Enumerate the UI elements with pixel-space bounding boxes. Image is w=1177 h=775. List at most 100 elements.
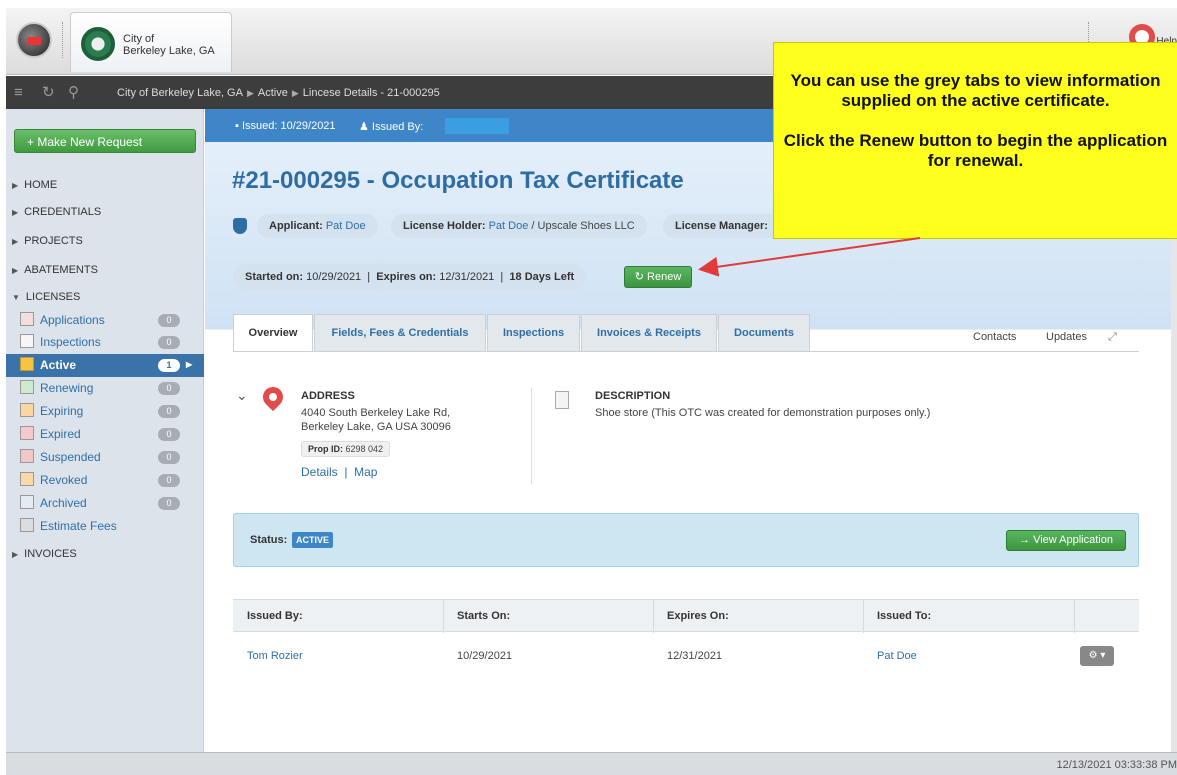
- sidebar-item-suspended[interactable]: Suspended 0: [6, 446, 204, 469]
- revoked-icon: [20, 472, 34, 486]
- started-label: Started on:: [245, 271, 304, 283]
- tab-invoices-receipts[interactable]: Invoices & Receipts: [581, 314, 717, 351]
- sidebar-section-abatements[interactable]: ▶ ABATEMENTS: [6, 264, 98, 276]
- breadcrumb-separator-icon: ▶: [291, 88, 299, 98]
- sidebar-item-revoked[interactable]: Revoked 0: [6, 469, 204, 492]
- arrow-right-icon: →: [1019, 534, 1034, 546]
- dates-pill: Started on: 10/29/2021 | Expires on: 12/…: [233, 264, 587, 290]
- sidebar-item-estimate-fees[interactable]: Estimate Fees: [6, 515, 204, 538]
- make-new-request-button[interactable]: + Make New Request: [14, 129, 196, 153]
- chevron-down-icon[interactable]: ⌄: [236, 387, 248, 404]
- breadcrumb: City of Berkeley Lake, GA ▶ Active ▶ Lincese…: [117, 87, 440, 99]
- description-heading: DESCRIPTION: [595, 390, 671, 402]
- menu-icon[interactable]: ≡: [14, 85, 23, 100]
- breadcrumb-item[interactable]: City of Berkeley Lake, GA: [117, 87, 243, 99]
- prop-id-badge: Prop ID: 6298 042: [301, 441, 391, 457]
- tab-documents[interactable]: Documents: [718, 314, 810, 351]
- holder-link[interactable]: Pat Doe: [489, 220, 529, 232]
- tab-overview[interactable]: Overview: [233, 314, 313, 352]
- address-links: Details | Map: [301, 465, 378, 479]
- updates-link[interactable]: Updates: [1046, 331, 1087, 343]
- tab-fields-fees-credentials[interactable]: Fields, Fees & Credentials: [314, 314, 486, 351]
- expand-icon[interactable]: ⤢: [1108, 331, 1117, 344]
- issued-by-link[interactable]: Tom Rozier: [247, 650, 303, 662]
- callout-line2: Click the Renew button to begin the appl…: [783, 131, 1168, 170]
- sidebar-section-licenses[interactable]: ▼ LICENSES: [6, 291, 80, 303]
- days-left: 18 Days Left: [509, 271, 575, 283]
- caret-right-icon: ▶: [12, 237, 19, 246]
- sidebar-section-home[interactable]: ▶ HOME: [6, 179, 57, 191]
- suspended-icon: [20, 449, 34, 463]
- started-value: 10/29/2021: [306, 271, 362, 283]
- table-header: Issued By: Starts On: Expires On: Issued…: [233, 599, 1139, 633]
- column-divider: [863, 600, 864, 633]
- column-divider: [1074, 600, 1075, 633]
- status-badge: ACTIVE: [292, 532, 334, 548]
- issued-by-text: Issued By:: [371, 121, 424, 133]
- expiring-icon: [20, 403, 34, 417]
- city-name-line2: Berkeley Lake, GA: [123, 45, 215, 57]
- sidebar-item-label: Expiring: [40, 404, 84, 418]
- applicant-link[interactable]: Pat Doe: [326, 220, 366, 232]
- user-icon: ♟: [359, 121, 372, 133]
- expired-icon: [20, 426, 34, 440]
- row-actions-gear-button[interactable]: ⚙ ▾: [1080, 646, 1114, 666]
- map-link[interactable]: Map: [354, 465, 377, 479]
- renewing-icon: [20, 380, 34, 394]
- city-tab[interactable]: City of Berkeley Lake, GA: [70, 12, 232, 72]
- sidebar-section-label: CREDENTIALS: [24, 206, 102, 218]
- calendar-icon: ▪: [235, 120, 242, 132]
- details-link[interactable]: Details: [301, 465, 338, 479]
- refresh-icon: ↻: [634, 271, 648, 283]
- issued-date-text: Issued: 10/29/2021: [241, 120, 336, 132]
- sidebar-section-projects[interactable]: ▶ PROJECTS: [6, 235, 83, 247]
- sidebar-section-label: PROJECTS: [24, 235, 83, 247]
- applications-icon: [20, 312, 34, 326]
- refresh-icon[interactable]: ↻: [42, 85, 55, 100]
- app-dashboard-icon[interactable]: [16, 22, 52, 58]
- link-icon[interactable]: ⚲: [68, 85, 79, 100]
- sidebar-item-label: Expired: [40, 427, 81, 441]
- address-line1: 4040 South Berkeley Lake Rd,: [301, 407, 451, 419]
- callout-line1: You can use the grey tabs to view inform…: [790, 71, 1161, 110]
- sidebar-item-active[interactable]: Active 1 ▶: [6, 354, 204, 377]
- sidebar-section-label: ABATEMENTS: [24, 264, 98, 276]
- sidebar-section-credentials[interactable]: ▶ CREDENTIALS: [6, 206, 101, 218]
- holder-company: / Upscale Shoes LLC: [528, 220, 635, 232]
- count-badge: 1: [158, 359, 180, 372]
- view-application-button[interactable]: → View Application: [1006, 530, 1126, 551]
- status-box: Status: ACTIVE → View Application: [233, 513, 1139, 567]
- gear-icon: ⚙ ▾: [1088, 650, 1106, 661]
- sidebar-item-inspections[interactable]: Inspections 0: [6, 331, 204, 354]
- sidebar-item-label: Suspended: [40, 450, 101, 464]
- prop-id-label: Prop ID:: [308, 444, 343, 454]
- divider: [531, 388, 532, 484]
- column-header: Issued To:: [877, 610, 932, 622]
- sidebar-item-renewing[interactable]: Renewing 0: [6, 377, 204, 400]
- tab-inspections[interactable]: Inspections: [487, 314, 580, 351]
- description-text: Shoe store (This OTC was created for dem…: [595, 407, 931, 419]
- breadcrumb-item: Lincese Details - 21-000295: [302, 87, 440, 99]
- count-badge: 0: [158, 474, 180, 487]
- sidebar-item-applications[interactable]: Applications 0: [6, 309, 204, 332]
- sidebar: + Make New Request ▶ HOME ▶ CREDENTIALS ▶ P…: [6, 109, 204, 752]
- caret-right-icon: ▶: [12, 181, 19, 190]
- sidebar-section-invoices[interactable]: ▶ INVOICES: [6, 548, 77, 560]
- status-label: Status:: [250, 534, 288, 546]
- expires-value: 12/31/2021: [439, 271, 495, 283]
- document-icon: [555, 391, 569, 409]
- renew-button[interactable]: ↻ Renew: [624, 266, 692, 288]
- sidebar-item-archived[interactable]: Archived 0: [6, 492, 204, 515]
- city-name: City of Berkeley Lake, GA: [123, 33, 215, 57]
- renew-label: Renew: [647, 271, 682, 283]
- address-text: 4040 South Berkeley Lake Rd, Berkeley La…: [301, 406, 451, 434]
- sidebar-item-expiring[interactable]: Expiring 0: [6, 400, 204, 423]
- sidebar-item-label: Applications: [40, 313, 105, 327]
- contacts-link[interactable]: Contacts: [973, 331, 1016, 343]
- prop-id-value: 6298 042: [345, 444, 384, 454]
- sidebar-item-expired[interactable]: Expired 0: [6, 423, 204, 446]
- breadcrumb-item[interactable]: Active: [258, 87, 288, 99]
- issued-to-link[interactable]: Pat Doe: [877, 650, 917, 662]
- shield-icon: [233, 218, 247, 234]
- issued-date: ▪ Issued: 10/29/2021: [235, 120, 336, 132]
